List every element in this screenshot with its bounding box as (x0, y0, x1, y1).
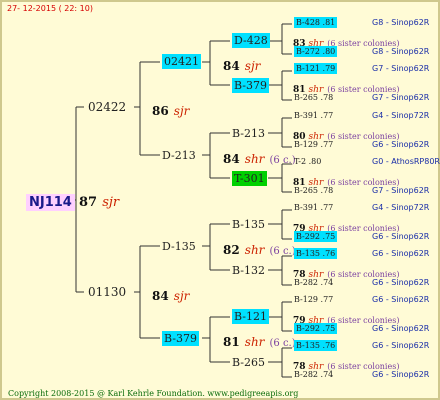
gen4-id[interactable]: B-121 .79 (294, 63, 338, 74)
gen1-dam-info: 84 sjr (152, 287, 189, 303)
gen2-info: 84 shr (6 c.) (223, 150, 296, 166)
gen4-id[interactable]: B-265 .78 (294, 187, 333, 195)
gen4-ref: G4 - Sinop72R (372, 111, 430, 120)
gen4-ref: G7 - Sinop62R (372, 93, 430, 102)
gen2-info: 81 shr (6 c.) (223, 333, 296, 349)
gen3-id-label: D-428 (232, 33, 270, 48)
gen4-id-label: B-292 .75 (294, 323, 338, 334)
gen2-note: (6 c.) (269, 338, 296, 349)
gen2-breeder: shr (244, 335, 265, 349)
gen2-id-label: B-379 (162, 331, 199, 346)
gen1-sire-id[interactable]: 02422 (88, 101, 126, 113)
gen4-ref: G8 - Sinop62R (372, 47, 430, 56)
gen4-id-label: B-135 .76 (294, 248, 338, 259)
gen4-id[interactable]: T-2 .80 (294, 158, 321, 166)
root-info: 87 sjr (79, 193, 119, 209)
gen1-sire-info: 86 sjr (152, 102, 189, 118)
gen4-id-label: B-391 .77 (294, 203, 334, 212)
root-breeder: sjr (102, 195, 120, 210)
gen4-ref: G7 - Sinop62R (372, 186, 430, 195)
gen4-id-label: B-265 .78 (294, 93, 334, 102)
copyright-footer: Copyright 2008-2015 @ Karl Kehrle Founda… (8, 389, 299, 398)
gen2-year: 81 (223, 335, 240, 349)
gen4-id-label: B-129 .77 (294, 140, 334, 149)
gen4-ref: G4 - Sinop72R (372, 203, 430, 212)
gen4-ref: G6 - Sinop62R (372, 341, 430, 350)
gen4-id-label: T-2 .80 (294, 157, 322, 166)
gen3-id[interactable]: B-265 (232, 357, 265, 368)
gen2-year: 84 (223, 152, 240, 166)
gen4-id[interactable]: B-391 .77 (294, 112, 333, 120)
gen4-id-label: B-272 .80 (294, 46, 338, 57)
gen4-id[interactable]: B-391 .77 (294, 204, 333, 212)
gen4-ref: G8 - Sinop62R (372, 18, 430, 27)
gen2-id[interactable]: 02421 (162, 54, 201, 69)
gen1-breeder: sjr (173, 289, 190, 303)
gen4-id-label: B-121 .79 (294, 63, 338, 74)
gen4-id[interactable]: B-129 .77 (294, 141, 333, 149)
gen4-ref: G6 - Sinop62R (372, 278, 430, 287)
gen4-ref: G6 - Sinop62R (372, 324, 430, 333)
gen2-info: 82 shr (6 c.) (223, 241, 296, 257)
gen3-id[interactable]: D-428 (232, 33, 270, 48)
gen4-id[interactable]: B-129 .77 (294, 296, 333, 304)
gen2-breeder: sjr (244, 59, 261, 73)
gen3-id[interactable]: B-121 (232, 309, 269, 324)
gen2-note: (6 c.) (269, 246, 296, 257)
gen4-id[interactable]: B-292 .75 (294, 323, 338, 334)
gen4-id-label: B-282 .74 (294, 278, 334, 287)
gen4-id[interactable]: B-292 .75 (294, 231, 338, 242)
gen1-breeder: sjr (173, 104, 190, 118)
gen2-id[interactable]: D-213 (162, 150, 196, 161)
gen4-ref: G7 - Sinop62R (372, 64, 430, 73)
gen4-id[interactable]: B-282 .74 (294, 371, 333, 379)
gen4-ref: G0 - AthosRP80R (372, 157, 440, 166)
gen4-id[interactable]: B-135 .76 (294, 340, 338, 351)
gen3-id[interactable]: T-301 (232, 171, 267, 186)
gen3-id-label: B-379 (232, 78, 269, 93)
gen2-note: (6 c.) (269, 155, 296, 166)
gen3-id[interactable]: B-379 (232, 78, 269, 93)
pedigree-frame: 27- 12-2015 ( 22: 10) NJ114 87 sjr 02422… (0, 0, 440, 400)
gen4-id[interactable]: B-428 .81 (294, 17, 338, 28)
gen2-id[interactable]: B-379 (162, 331, 199, 346)
root-year: 87 (79, 195, 98, 210)
gen4-ref: G6 - Sinop62R (372, 370, 430, 379)
gen1-year: 86 (152, 104, 169, 118)
gen3-id[interactable]: B-135 (232, 219, 265, 230)
gen4-ref: G6 - Sinop62R (372, 295, 430, 304)
gen4-ref: G6 - Sinop62R (372, 232, 430, 241)
gen3-id-label: B-121 (232, 309, 269, 324)
gen4-id-label: B-391 .77 (294, 111, 334, 120)
gen4-id[interactable]: B-282 .74 (294, 279, 333, 287)
root-id: NJ114 (26, 194, 75, 211)
gen4-id-label: B-282 .74 (294, 370, 334, 379)
gen2-id[interactable]: D-135 (162, 241, 196, 252)
gen4-ref: G6 - Sinop62R (372, 140, 430, 149)
gen2-id-label: 02421 (162, 54, 201, 69)
gen2-breeder: shr (244, 152, 265, 166)
gen1-dam-id[interactable]: 01130 (88, 286, 126, 298)
gen4-id-label: B-428 .81 (294, 17, 338, 28)
gen4-id[interactable]: B-272 .80 (294, 46, 338, 57)
gen2-year: 82 (223, 243, 240, 257)
gen3-id-label: T-301 (232, 171, 267, 186)
report-date: 27- 12-2015 ( 22: 10) (7, 4, 93, 13)
gen4-id-label: B-292 .75 (294, 231, 338, 242)
gen2-info: 84 sjr (223, 57, 260, 73)
gen2-year: 84 (223, 59, 240, 73)
root-queen[interactable]: NJ114 (26, 193, 75, 211)
gen4-id[interactable]: B-135 .76 (294, 248, 338, 259)
gen4-id-label: B-135 .76 (294, 340, 338, 351)
gen2-breeder: shr (244, 243, 265, 257)
gen1-year: 84 (152, 289, 169, 303)
gen4-ref: G6 - Sinop62R (372, 249, 430, 258)
gen4-id-label: B-265 .78 (294, 186, 334, 195)
gen4-id-label: B-129 .77 (294, 295, 334, 304)
gen3-id[interactable]: B-213 (232, 128, 265, 139)
gen3-id[interactable]: B-132 (232, 265, 265, 276)
gen4-id[interactable]: B-265 .78 (294, 94, 333, 102)
